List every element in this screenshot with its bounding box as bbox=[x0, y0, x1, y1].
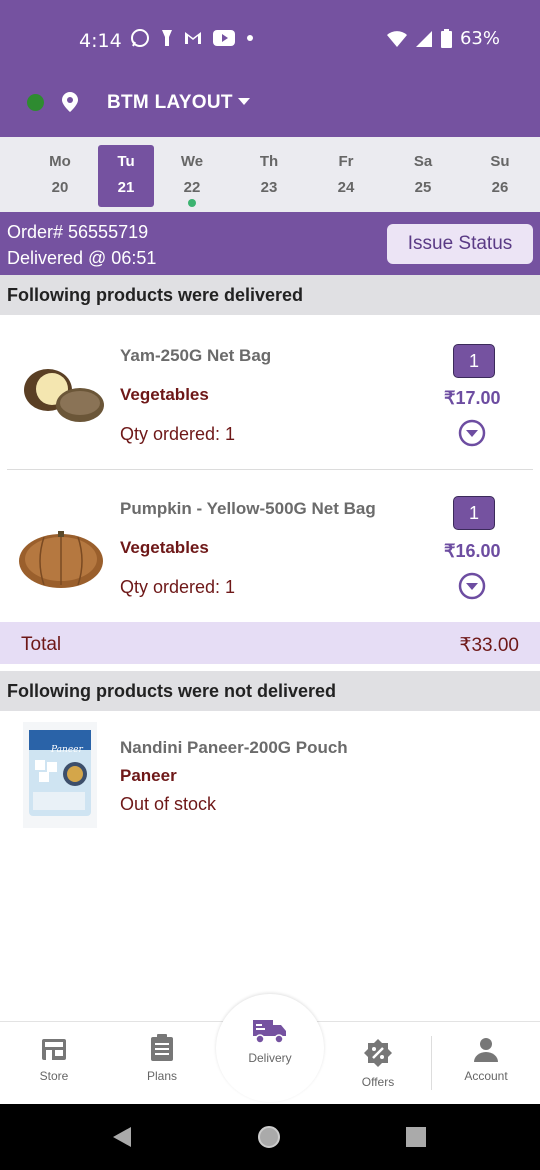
flashlight-icon bbox=[162, 30, 172, 46]
recents-icon[interactable] bbox=[406, 1127, 426, 1147]
notification-icons bbox=[130, 28, 254, 48]
product-price: ₹17.00 bbox=[444, 388, 501, 408]
person-icon bbox=[474, 1038, 498, 1062]
yam-product-image bbox=[24, 369, 104, 422]
gmail-icon bbox=[185, 32, 201, 44]
more-dot-icon bbox=[247, 35, 253, 41]
delivered-section-title: Following products were delivered bbox=[0, 275, 540, 315]
calendar-day[interactable]: We 22 bbox=[164, 145, 220, 207]
calendar-day[interactable]: Su 26 bbox=[472, 145, 528, 207]
wifi-icon bbox=[386, 30, 407, 47]
nav-store[interactable]: Store bbox=[4, 1036, 104, 1083]
calendar-day[interactable]: Sa 25 bbox=[395, 145, 451, 207]
not-delivered-section-title: Following products were not delivered bbox=[0, 671, 540, 711]
truck-icon bbox=[253, 1020, 286, 1044]
home-icon[interactable] bbox=[257, 1125, 281, 1149]
qty-ordered: Qty ordered: 1 bbox=[120, 577, 236, 597]
stock-status: Out of stock bbox=[120, 794, 217, 814]
clipboard-icon bbox=[151, 1034, 173, 1061]
delivered-time: Delivered @ 06:51 bbox=[7, 248, 157, 268]
discount-icon bbox=[364, 1039, 392, 1067]
calendar-day-selected[interactable]: Tu 21 bbox=[98, 145, 154, 207]
whatsapp-icon bbox=[131, 29, 149, 47]
pumpkin-product-image bbox=[19, 531, 103, 588]
signal-icon bbox=[415, 30, 432, 47]
nav-delivery[interactable]: Delivery bbox=[220, 1018, 320, 1065]
nav-offers[interactable]: Offers bbox=[328, 1038, 428, 1089]
location-name[interactable]: BTM LAYOUT bbox=[107, 92, 233, 114]
paneer-product-image: Paneer bbox=[23, 722, 97, 828]
youtube-icon bbox=[213, 30, 235, 46]
battery-percent: 63% bbox=[459, 28, 500, 49]
location-header bbox=[0, 82, 540, 137]
total-value: ₹33.00 bbox=[459, 635, 519, 656]
product-category: Vegetables bbox=[120, 538, 209, 557]
back-icon[interactable] bbox=[112, 1126, 132, 1148]
status-bar: 4:14 63% bbox=[0, 0, 540, 82]
location-pin-icon[interactable] bbox=[62, 92, 78, 112]
status-time: 4:14 bbox=[79, 30, 122, 52]
battery-icon bbox=[440, 29, 452, 48]
calendar-day[interactable]: Th 23 bbox=[241, 145, 297, 207]
product-category: Vegetables bbox=[120, 385, 209, 404]
chevron-down-icon[interactable] bbox=[238, 98, 250, 106]
calendar-day[interactable]: Fr 24 bbox=[318, 145, 374, 207]
paneer-package-label: Paneer bbox=[50, 745, 83, 755]
issue-status-button[interactable]: Issue Status bbox=[387, 224, 533, 264]
store-icon bbox=[42, 1039, 66, 1060]
qty-badge: 1 bbox=[453, 344, 495, 378]
system-icons: 63% bbox=[386, 28, 500, 49]
nav-separator bbox=[431, 1036, 432, 1090]
product-name: Pumpkin - Yellow-500G Net Bag bbox=[120, 499, 376, 518]
product-price: ₹16.00 bbox=[444, 541, 501, 561]
calendar-day[interactable]: Mo 20 bbox=[32, 145, 88, 207]
qty-ordered: Qty ordered: 1 bbox=[120, 424, 236, 444]
nav-account[interactable]: Account bbox=[436, 1036, 536, 1083]
product-name: Nandini Paneer-200G Pouch bbox=[120, 738, 348, 757]
order-number: Order# 56555719 bbox=[7, 222, 149, 242]
product-category: Paneer bbox=[120, 766, 177, 785]
week-calendar: Mo 20 Tu 21 We 22 Th 23 Fr 24 Sa 25 Su 26 bbox=[0, 137, 540, 212]
chevron-down-circle-icon[interactable] bbox=[458, 572, 486, 600]
qty-badge: 1 bbox=[453, 496, 495, 530]
delivery-indicator-dot bbox=[188, 199, 196, 207]
product-name: Yam-250G Net Bag bbox=[120, 346, 272, 365]
system-navigation-bar bbox=[0, 1104, 540, 1170]
chevron-down-circle-icon[interactable] bbox=[458, 419, 486, 447]
item-divider bbox=[7, 469, 533, 470]
total-label: Total bbox=[21, 634, 62, 655]
nav-plans[interactable]: Plans bbox=[112, 1034, 212, 1083]
online-status-dot bbox=[27, 94, 44, 111]
